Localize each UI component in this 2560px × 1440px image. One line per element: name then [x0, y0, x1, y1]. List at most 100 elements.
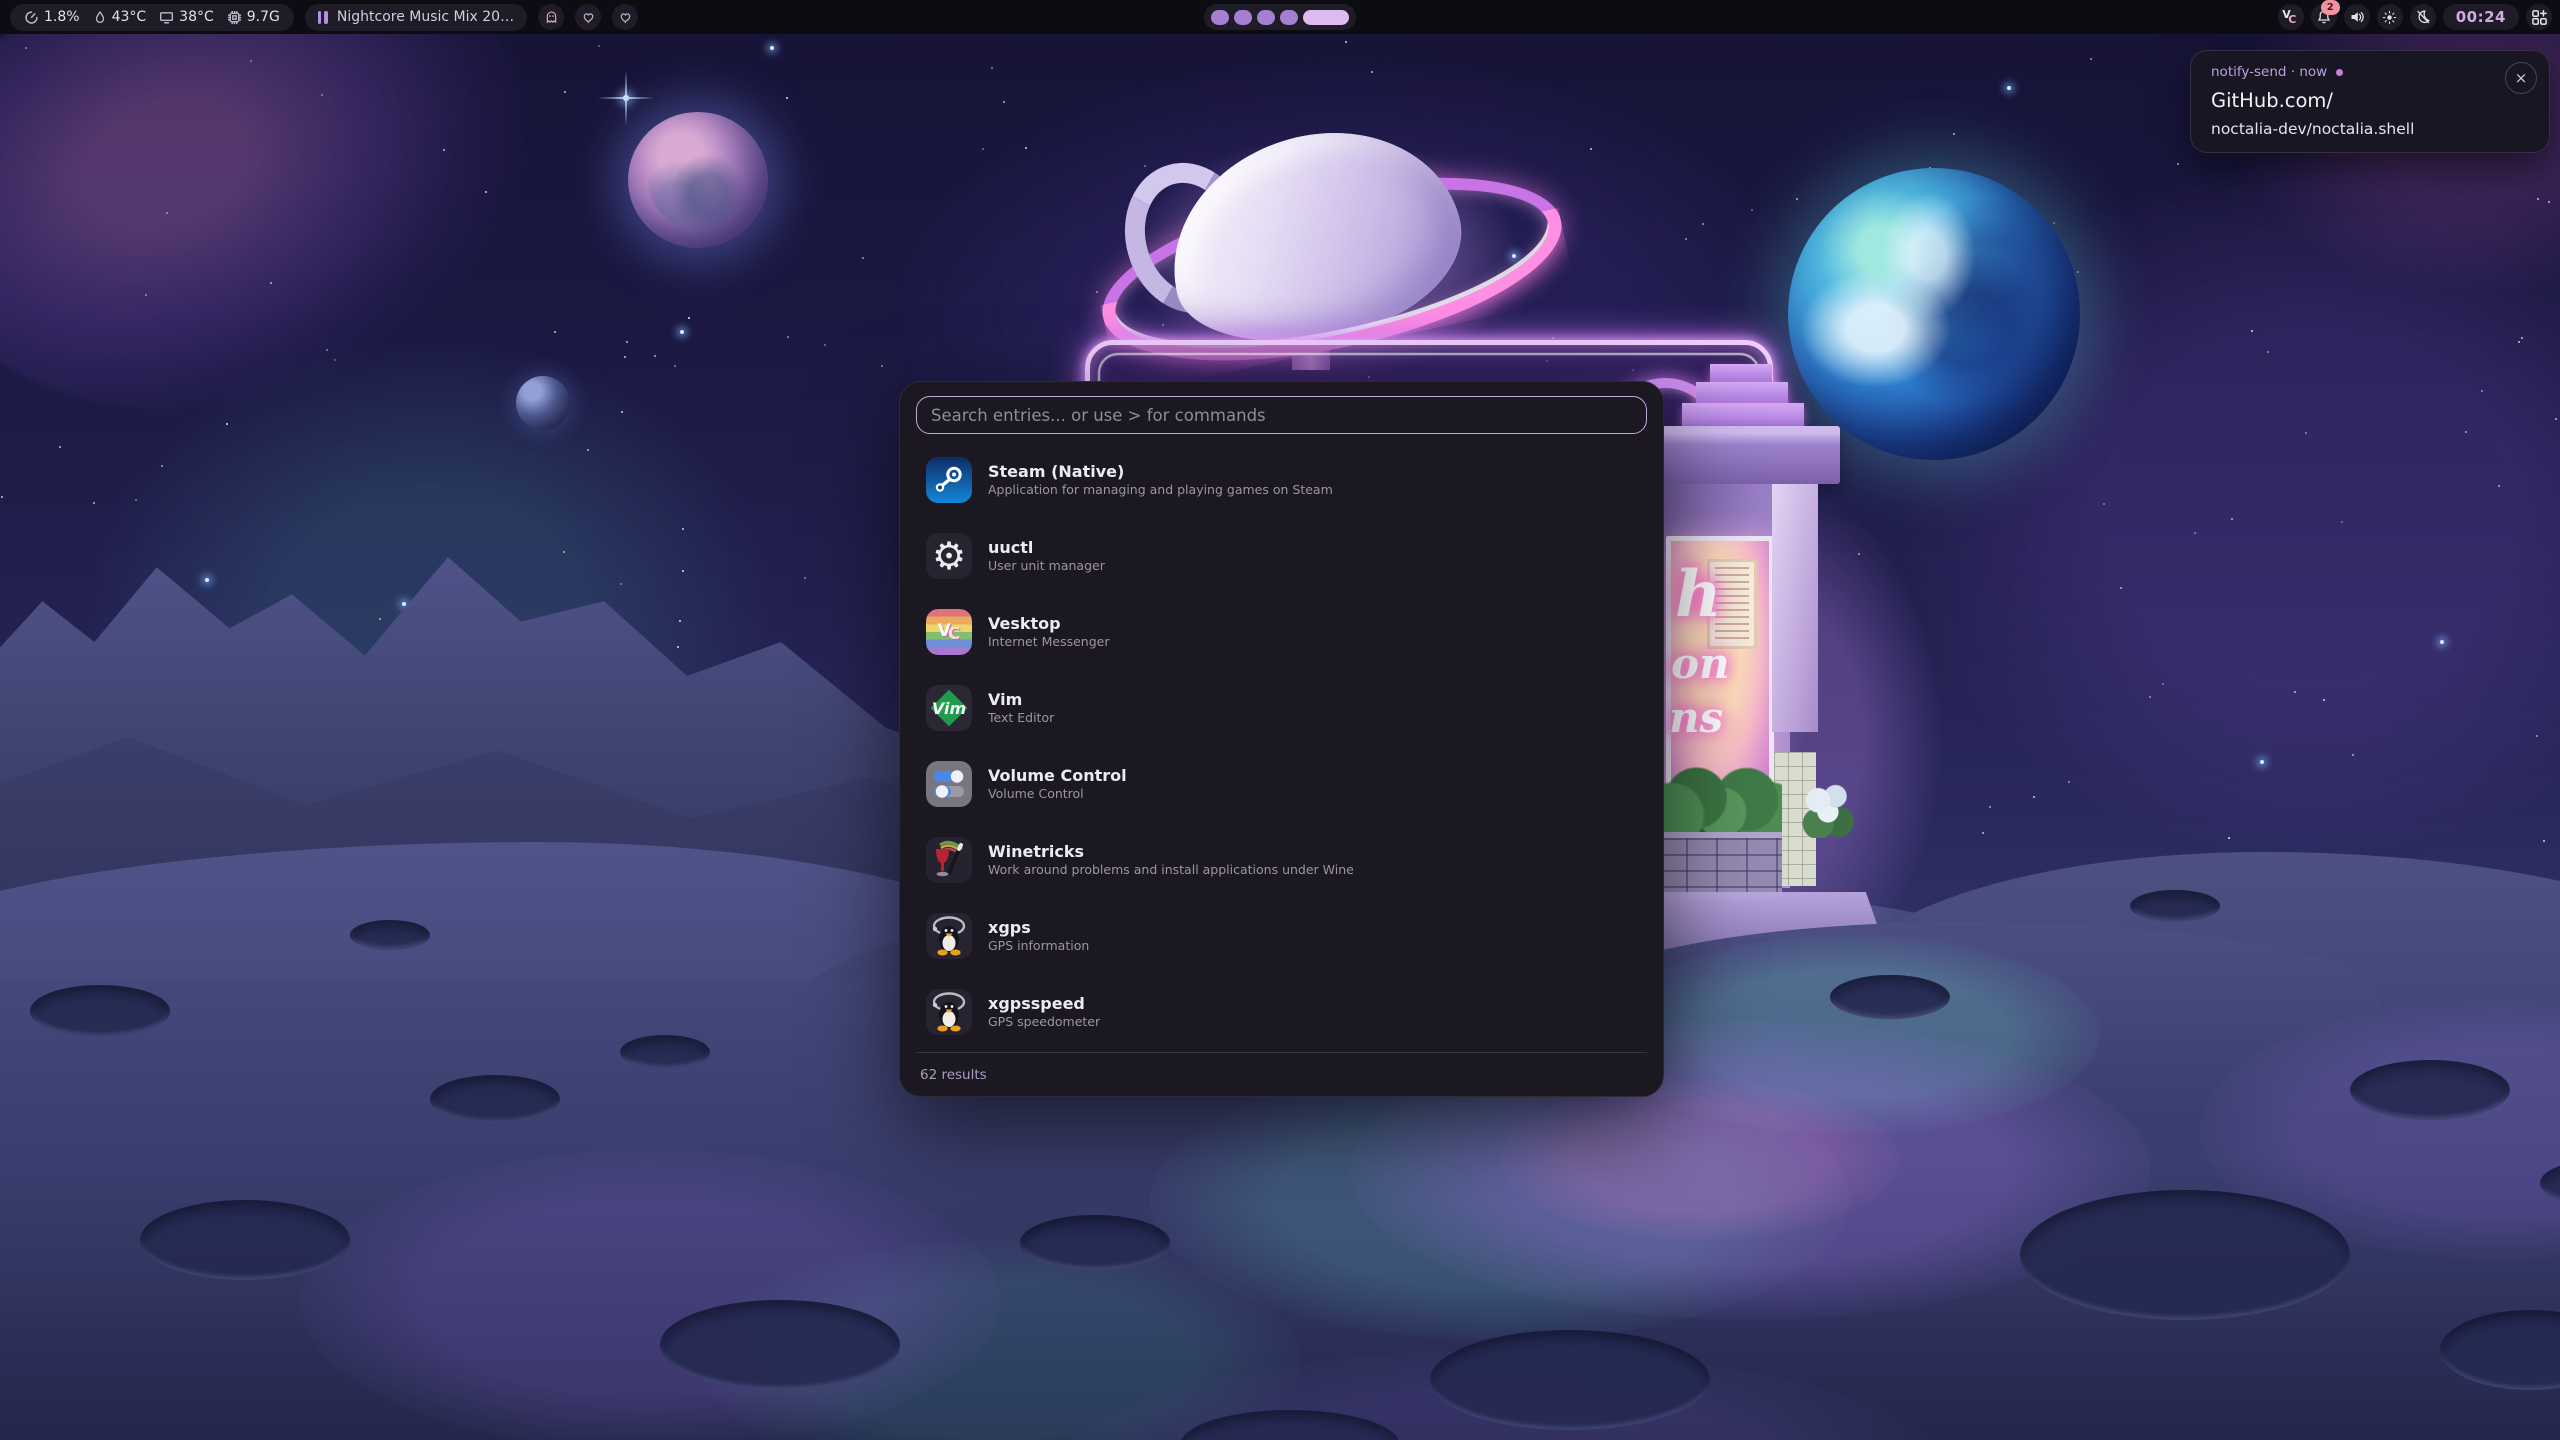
- launcher-entry[interactable]: Steam (Native) Application for managing …: [910, 442, 1653, 518]
- flame-icon: [93, 10, 107, 25]
- launcher-results-list: Steam (Native) Application for managing …: [900, 434, 1663, 1052]
- notification-body: noctalia-dev/noctalia.shell: [2211, 120, 2529, 138]
- launcher-entry[interactable]: Volume Control Volume Control: [910, 746, 1653, 822]
- bright-star: [2260, 760, 2264, 764]
- entry-title: xgpsspeed: [988, 995, 1100, 1013]
- entry-description: Application for managing and playing gam…: [988, 483, 1333, 497]
- memory-stat: 9.7G: [227, 9, 280, 25]
- notification-popup[interactable]: notify-send · now × GitHub.com/ noctalia…: [2190, 50, 2550, 153]
- notifications-button[interactable]: 2: [2311, 4, 2337, 30]
- bright-star: [680, 330, 684, 334]
- sun-icon: [2382, 10, 2397, 25]
- shop-pillar: [1772, 484, 1818, 732]
- clock-pill[interactable]: 00:24: [2443, 4, 2519, 30]
- results-count: 62 results: [920, 1067, 987, 1083]
- crater: [620, 1035, 710, 1069]
- clock: 00:24: [2456, 8, 2506, 26]
- gpu-temperature-stat: 38°C: [159, 9, 214, 25]
- bright-star: [205, 578, 209, 582]
- bright-star: [402, 602, 406, 606]
- entry-title: Vim: [988, 691, 1054, 709]
- neon-script-letter: on: [1671, 643, 1730, 685]
- workspace-indicator: [1204, 4, 1356, 30]
- heart-button[interactable]: [575, 4, 601, 30]
- chip-icon: [227, 10, 242, 25]
- flower-bush: [1802, 780, 1856, 838]
- notification-badge: 2: [2321, 0, 2340, 15]
- notification-close-button[interactable]: ×: [2505, 62, 2537, 94]
- vesktop-app-icon: VC: [926, 609, 972, 655]
- entry-description: GPS speedometer: [988, 1015, 1100, 1029]
- launcher-entry[interactable]: xgpsspeed GPS speedometer: [910, 974, 1653, 1050]
- ground-glow-patch: [300, 1150, 1000, 1440]
- entry-description: User unit manager: [988, 559, 1105, 573]
- speaker-icon: [2349, 9, 2365, 25]
- pink-planet: [628, 112, 768, 248]
- bright-star: [2007, 86, 2011, 90]
- cpu-stat: 1.8%: [24, 9, 80, 25]
- entry-description: GPS information: [988, 939, 1089, 953]
- crater: [2130, 890, 2220, 922]
- entry-description: Internet Messenger: [988, 635, 1109, 649]
- pause-icon: [318, 11, 328, 24]
- media-player-pill[interactable]: Nightcore Music Mix 20…: [305, 4, 527, 31]
- vesktop-tray-button[interactable]: VC: [2278, 4, 2304, 30]
- bright-star: [770, 46, 774, 50]
- entry-description: Work around problems and install applica…: [988, 863, 1354, 877]
- unread-dot-icon: [2336, 69, 2343, 76]
- bright-star: [2440, 640, 2444, 644]
- ground-glow-patch: [1500, 1080, 1900, 1240]
- top-bar-right: VC 2 00:24: [2278, 4, 2552, 30]
- media-title: Nightcore Music Mix 20…: [337, 9, 514, 25]
- launcher-entry[interactable]: Winetricks Work around problems and inst…: [910, 822, 1653, 898]
- crater: [1430, 1330, 1710, 1430]
- crater: [660, 1300, 900, 1390]
- workspace-pill-active[interactable]: [1303, 10, 1349, 25]
- shop-window: h on ns: [1666, 536, 1774, 798]
- heart-icon: [581, 10, 596, 25]
- launcher-button[interactable]: [2526, 4, 2552, 30]
- workspace-dot[interactable]: [1211, 10, 1229, 25]
- search-input[interactable]: [916, 396, 1647, 434]
- entry-description: Volume Control: [988, 787, 1127, 801]
- workspace-dot[interactable]: [1257, 10, 1275, 25]
- launcher-footer: 62 results: [916, 1052, 1647, 1096]
- brightness-button[interactable]: [2377, 4, 2403, 30]
- ghost-button[interactable]: [538, 4, 564, 30]
- temperature-stat: 43°C: [93, 9, 147, 25]
- top-bar-left: 1.8% 43°C 38°C 9.7G Nightcore Music Mix …: [10, 4, 638, 31]
- notification-source: notify-send · now: [2211, 64, 2327, 80]
- crater: [1830, 975, 1950, 1019]
- heart-icon: [618, 10, 633, 25]
- moon-coffee-shop: h on ns: [1650, 360, 1865, 980]
- launcher-entry[interactable]: xgps GPS information: [910, 898, 1653, 974]
- night-light-button[interactable]: [2410, 4, 2436, 30]
- entry-title: Vesktop: [988, 615, 1109, 633]
- notification-title: GitHub.com/: [2211, 89, 2529, 112]
- volume-button[interactable]: [2344, 4, 2370, 30]
- crater: [350, 920, 430, 950]
- workspace-dot[interactable]: [1280, 10, 1298, 25]
- crater: [1020, 1215, 1170, 1270]
- app-grid-icon: [2531, 9, 2548, 26]
- crater: [30, 985, 170, 1037]
- entry-title: Steam (Native): [988, 463, 1333, 481]
- temperature-value: 43°C: [112, 9, 147, 25]
- launcher-entry[interactable]: Vim Vim Text Editor: [910, 670, 1653, 746]
- steam-app-icon: [926, 457, 972, 503]
- brick-planter: [1656, 832, 1782, 900]
- crater: [2350, 1060, 2510, 1120]
- launcher-entry[interactable]: VC Vesktop Internet Messenger: [910, 594, 1653, 670]
- system-stats-pill[interactable]: 1.8% 43°C 38°C 9.7G: [10, 4, 294, 31]
- neon-script-letter: ns: [1669, 697, 1723, 739]
- cpu-value: 1.8%: [44, 9, 80, 25]
- launcher-entry[interactable]: ⚙ uuctl User unit manager: [910, 518, 1653, 594]
- workspace-dot[interactable]: [1234, 10, 1252, 25]
- small-planet: [516, 376, 570, 430]
- top-bar: 1.8% 43°C 38°C 9.7G Nightcore Music Mix …: [0, 0, 2560, 34]
- flare-star: [623, 95, 629, 101]
- heart-button[interactable]: [612, 4, 638, 30]
- entry-title: Volume Control: [988, 767, 1127, 785]
- crater: [430, 1075, 560, 1123]
- moon-off-icon: [2415, 9, 2431, 25]
